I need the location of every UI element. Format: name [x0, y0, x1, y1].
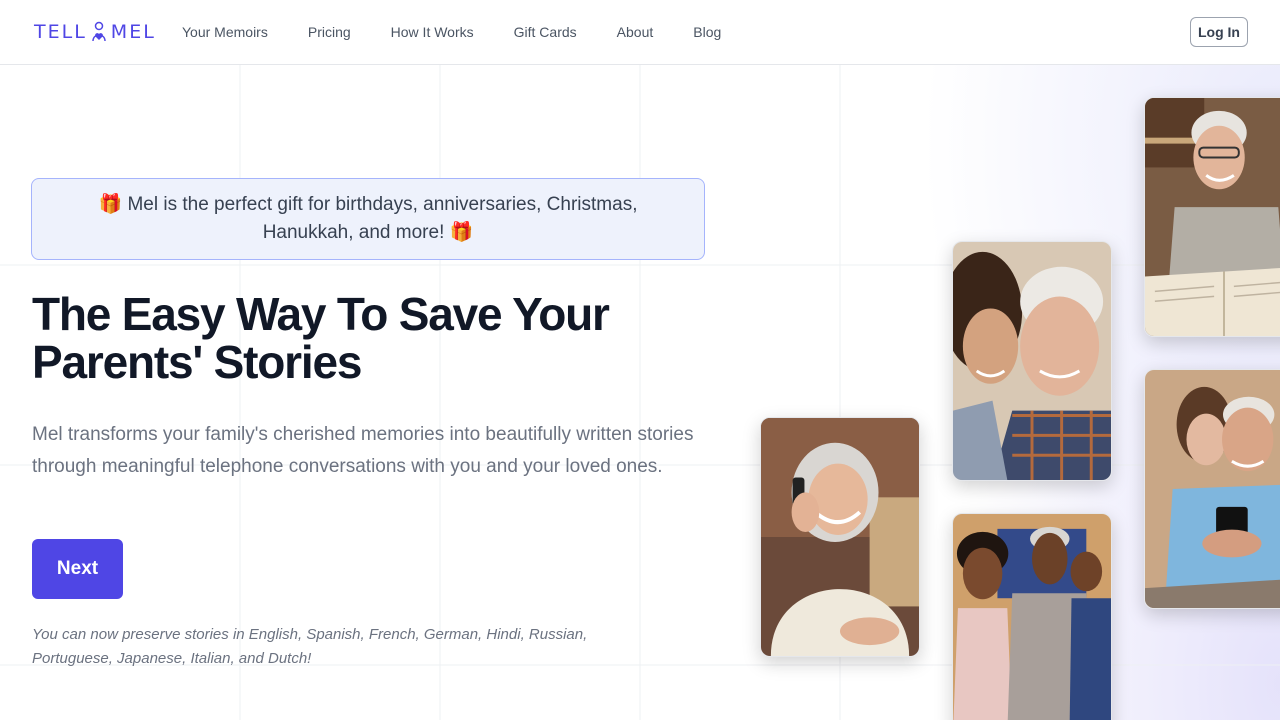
- login-button[interactable]: Log In: [1190, 17, 1248, 47]
- nav-how-it-works[interactable]: How It Works: [391, 22, 474, 42]
- nav-gift-cards[interactable]: Gift Cards: [514, 22, 577, 42]
- gift-banner: 🎁 Mel is the perfect gift for birthdays,…: [31, 178, 705, 260]
- nav-about[interactable]: About: [617, 22, 654, 42]
- photo-grandmother-on-phone: [760, 417, 920, 657]
- photo-daughter-and-father: [952, 241, 1112, 481]
- photo-grandfather-with-phone: [1144, 369, 1280, 609]
- next-button[interactable]: Next: [32, 539, 123, 599]
- logo-person-heart-icon: [92, 21, 106, 42]
- tellmel-logo[interactable]: TELL MEL: [34, 20, 156, 44]
- languages-note: You can now preserve stories in English,…: [32, 626, 588, 667]
- main-nav: Your Memoirs Pricing How It Works Gift C…: [182, 22, 761, 42]
- photo-grandfather-reading: [1144, 97, 1280, 337]
- nav-blog[interactable]: Blog: [693, 22, 721, 42]
- nav-your-memoirs[interactable]: Your Memoirs: [182, 22, 268, 42]
- nav-pricing[interactable]: Pricing: [308, 22, 351, 42]
- hero-headline: The Easy Way To Save Your Parents' Stori…: [32, 288, 610, 388]
- photo-family-three: [952, 513, 1112, 720]
- site-header: TELL MEL Your Memoirs Pricing How It Wor…: [0, 0, 1280, 65]
- logo-text-right: MEL: [110, 21, 156, 43]
- logo-text-left: TELL: [34, 21, 87, 43]
- gift-banner-text: 🎁 Mel is the perfect gift for birthdays,…: [98, 194, 638, 243]
- hero-subtitle: Mel transforms your family's cherished m…: [32, 424, 694, 477]
